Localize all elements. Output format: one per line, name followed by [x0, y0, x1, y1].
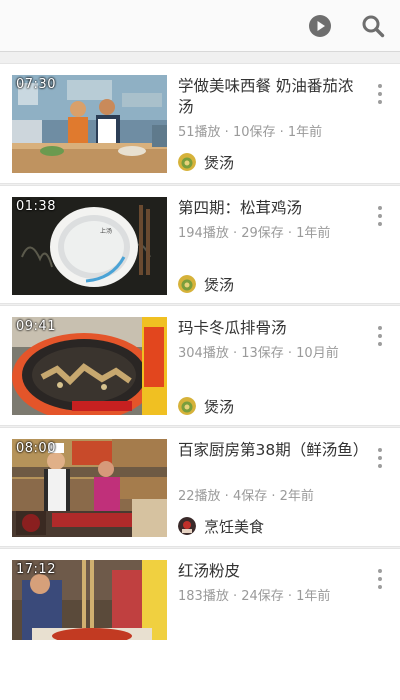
- video-title[interactable]: 第四期：松茸鸡汤: [178, 198, 364, 219]
- channel-name: 煲汤: [204, 276, 235, 294]
- video-title[interactable]: 红汤粉皮: [178, 561, 364, 582]
- more-options-icon[interactable]: [374, 206, 386, 232]
- video-meta: 183播放 · 24保存 · 1年前: [178, 589, 331, 604]
- video-title[interactable]: 百家厨房第38期（鲜汤鱼）: [178, 440, 368, 461]
- more-options-icon[interactable]: [374, 326, 386, 352]
- video-thumbnail[interactable]: 上汤 01:38: [12, 197, 167, 295]
- channel-avatar: [178, 397, 196, 415]
- video-thumbnail[interactable]: 17:12: [12, 560, 167, 649]
- video-duration: 08:00: [16, 441, 56, 456]
- search-icon[interactable]: [361, 14, 385, 38]
- video-card[interactable]: 09:41 玛卡冬瓜排骨汤 304播放 · 13保存 · 10月前 煲汤: [0, 305, 400, 426]
- video-meta: 194播放 · 29保存 · 1年前: [178, 226, 331, 241]
- channel-avatar: [178, 153, 196, 171]
- channel-name: 烹饪美食: [204, 518, 265, 536]
- svg-text:上汤: 上汤: [100, 227, 112, 235]
- video-thumbnail[interactable]: 08:00: [12, 439, 167, 537]
- channel-name: 煲汤: [204, 398, 235, 416]
- video-meta: 304播放 · 13保存 · 10月前: [178, 346, 339, 361]
- channel-avatar: [178, 517, 196, 535]
- video-duration: 17:12: [16, 562, 56, 577]
- video-duration: 01:38: [16, 199, 56, 214]
- video-duration: 09:41: [16, 319, 56, 334]
- video-card[interactable]: 上汤 01:38 第四期：松茸鸡汤 194播放 · 29保存 · 1年前 煲汤: [0, 185, 400, 304]
- video-thumbnail[interactable]: 09:41: [12, 317, 167, 415]
- play-circle-icon[interactable]: [308, 14, 332, 38]
- video-card[interactable]: 07:30 学做美味西餐 奶油番茄浓汤 51播放 · 10保存 · 1年前 煲汤: [0, 63, 400, 184]
- video-card[interactable]: 08:00 百家厨房第38期（鲜汤鱼） 22播放 · 4保存 · 2年前 烹饪美…: [0, 427, 400, 547]
- video-card[interactable]: 17:12 红汤粉皮 183播放 · 24保存 · 1年前: [0, 548, 400, 649]
- video-thumbnail[interactable]: 07:30: [12, 75, 167, 173]
- bottom-overlay: [0, 640, 400, 700]
- more-options-icon[interactable]: [374, 84, 386, 110]
- video-duration: 07:30: [16, 77, 56, 92]
- video-title[interactable]: 学做美味西餐 奶油番茄浓汤: [178, 76, 364, 118]
- channel-avatar: [178, 275, 196, 293]
- video-title[interactable]: 玛卡冬瓜排骨汤: [178, 318, 364, 339]
- more-options-icon[interactable]: [374, 448, 386, 474]
- channel-name: 煲汤: [204, 154, 235, 172]
- more-options-icon[interactable]: [374, 569, 386, 595]
- video-meta: 51播放 · 10保存 · 1年前: [178, 125, 323, 140]
- video-meta: 22播放 · 4保存 · 2年前: [178, 489, 314, 504]
- top-toolbar: [0, 0, 400, 52]
